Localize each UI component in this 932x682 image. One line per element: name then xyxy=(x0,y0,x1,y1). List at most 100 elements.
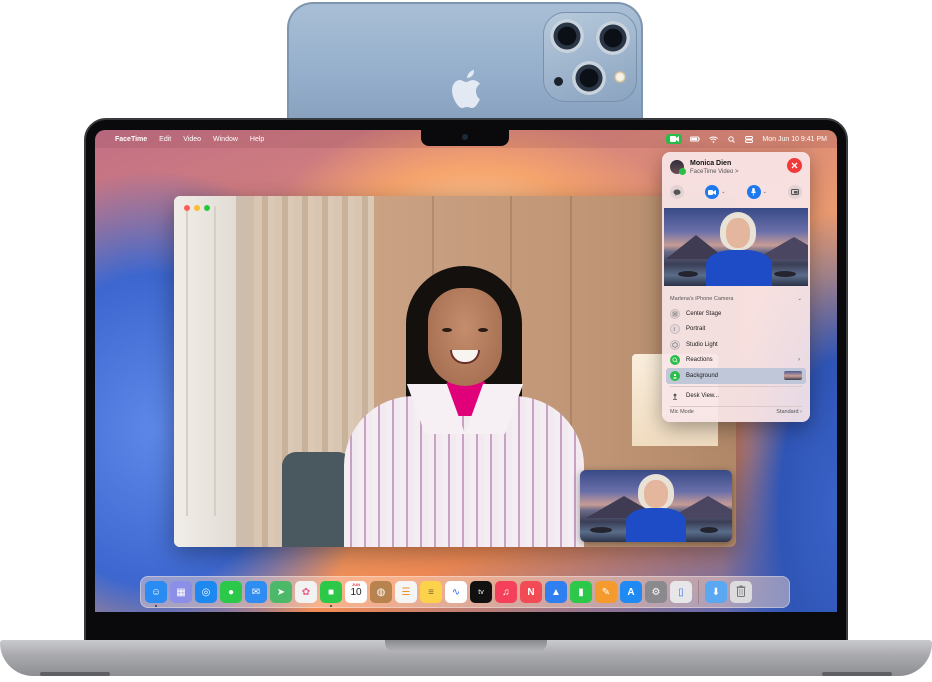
effect-portrait[interactable]: f Portrait xyxy=(666,322,806,338)
dock-mail[interactable]: ✉ xyxy=(245,581,267,603)
menu-window[interactable]: Window xyxy=(213,136,238,143)
effect-center-stage[interactable]: Center Stage xyxy=(666,306,806,322)
portrait-icon: f xyxy=(670,324,680,335)
dock-finder[interactable]: ☺ xyxy=(145,581,167,607)
room-window xyxy=(174,196,236,547)
control-center-icon[interactable] xyxy=(744,134,754,144)
iphone-camera-module xyxy=(543,12,637,102)
microphone-toggle-button[interactable] xyxy=(746,185,761,199)
macbook-foot xyxy=(822,672,892,676)
photos-icon: ✿ xyxy=(301,586,311,598)
menu-bar-status: Mon Jun 10 9:41 PM xyxy=(666,134,827,144)
fullscreen-window-button[interactable] xyxy=(204,205,210,211)
mail-icon: ✉ xyxy=(251,586,261,598)
clock[interactable]: Mon Jun 10 9:41 PM xyxy=(762,136,827,143)
dock-apple-tv[interactable]: tv xyxy=(470,581,492,603)
caller-subtitle[interactable]: FaceTime Video > xyxy=(690,169,739,175)
screen-share-button[interactable] xyxy=(787,185,802,199)
iphone-mirroring-icon: ▯ xyxy=(678,586,684,598)
menu-app-name[interactable]: FaceTime xyxy=(115,136,147,143)
dock-music[interactable]: ♫ xyxy=(495,581,517,603)
search-icon[interactable] xyxy=(726,134,736,144)
chevron-right-icon: › xyxy=(798,357,800,364)
macbook-screen: FaceTime Edit Video Window Help Mon Jun … xyxy=(95,130,837,612)
dock-numbers[interactable]: ▮ xyxy=(570,581,592,603)
lid-opening-notch xyxy=(385,640,547,652)
trash-icon xyxy=(736,585,746,600)
dock-calendar[interactable]: JUN 10 xyxy=(345,581,367,603)
remote-participant-video xyxy=(324,266,594,547)
dock-news[interactable]: N xyxy=(520,581,542,603)
dock-messages[interactable]: ● xyxy=(220,581,242,603)
chevron-down-icon[interactable]: ⌄ xyxy=(763,189,767,195)
background-thumbnail[interactable] xyxy=(784,371,802,381)
iphone-device xyxy=(287,2,643,124)
menu-edit[interactable]: Edit xyxy=(159,136,171,143)
chevron-down-icon[interactable]: ⌄ xyxy=(721,189,725,195)
call-header: Monica Dien FaceTime Video > xyxy=(670,158,802,180)
dock-safari[interactable]: ◎ xyxy=(195,581,217,603)
dock-trash[interactable] xyxy=(730,581,752,603)
camera-toggle-button[interactable] xyxy=(705,185,720,199)
center-stage-icon xyxy=(670,308,680,319)
apple-logo-icon xyxy=(452,70,480,108)
dock-app-store[interactable]: A xyxy=(620,581,642,603)
dock-pages[interactable]: ✎ xyxy=(595,581,617,603)
minimize-window-button[interactable] xyxy=(194,205,200,211)
mic-mode-value-group: Standard › xyxy=(776,409,802,415)
background-rock xyxy=(700,527,718,534)
mic-mode-row[interactable]: Mic Mode Standard › xyxy=(670,409,802,415)
dock-system-settings[interactable]: ⚙ xyxy=(645,581,667,603)
keynote-icon: ▲ xyxy=(551,586,561,598)
self-view-pip[interactable] xyxy=(580,470,732,542)
menu-video[interactable]: Video xyxy=(183,136,201,143)
svg-text:f: f xyxy=(673,328,675,332)
dock-launchpad[interactable]: ▦ xyxy=(170,581,192,603)
dock-contacts[interactable]: ◍ xyxy=(370,581,392,603)
effect-background[interactable]: Background xyxy=(666,368,806,384)
downloads-folder-icon: ⬇ xyxy=(711,586,721,598)
dock-facetime[interactable]: ■ xyxy=(320,581,342,607)
desk-view-item[interactable]: Desk View... xyxy=(666,389,806,405)
battery-icon[interactable] xyxy=(690,134,701,144)
camera-source-header[interactable]: Marlena's iPhone Camera ⌄ xyxy=(670,296,802,302)
dock-notes[interactable]: ≡ xyxy=(420,581,442,603)
microphone-icon xyxy=(751,188,756,196)
macbook-base xyxy=(0,640,932,676)
screen-share-icon xyxy=(790,189,799,195)
menu-help[interactable]: Help xyxy=(250,136,264,143)
close-window-button[interactable] xyxy=(184,205,190,211)
dock-freeform[interactable]: ∿ xyxy=(445,581,467,603)
participant-face xyxy=(428,288,502,386)
apple-tv-icon: tv xyxy=(478,588,484,596)
mic-mode-label: Mic Mode xyxy=(670,409,694,415)
participant-shirt xyxy=(344,396,584,547)
gear-icon: ⚙ xyxy=(651,586,661,598)
facetime-video-indicator-icon[interactable] xyxy=(666,134,683,144)
dock-keynote[interactable]: ▲ xyxy=(545,581,567,603)
self-face xyxy=(644,480,668,508)
studio-light-icon xyxy=(670,339,680,350)
dock-photos[interactable]: ✿ xyxy=(295,581,317,603)
video-effects-panel: Monica Dien FaceTime Video > ⌄ ⌄ Marlena… xyxy=(662,152,810,422)
chevron-right-icon: › xyxy=(800,409,802,415)
effect-reactions[interactable]: Reactions › xyxy=(666,353,806,369)
video-camera-icon xyxy=(708,189,717,195)
preview-person xyxy=(704,208,774,286)
effect-label: Reactions xyxy=(686,357,713,364)
camera-source-label: Marlena's iPhone Camera xyxy=(670,296,734,302)
webcam-icon xyxy=(462,134,468,140)
dock-downloads[interactable]: ⬇ xyxy=(705,581,727,603)
dock-iphone-mirroring[interactable]: ▯ xyxy=(670,581,692,603)
dock-reminders[interactable]: ☰ xyxy=(395,581,417,603)
messages-button[interactable] xyxy=(670,185,684,199)
camera-lens-icon xyxy=(572,61,606,95)
end-call-button[interactable] xyxy=(787,158,802,173)
effect-studio-light[interactable]: Studio Light xyxy=(666,337,806,353)
safari-icon: ◎ xyxy=(201,586,211,598)
wifi-icon[interactable] xyxy=(708,134,718,144)
numbers-icon: ▮ xyxy=(578,586,584,598)
messages-icon: ● xyxy=(227,586,235,598)
mic-toggle-group: ⌄ xyxy=(746,185,767,199)
dock-maps[interactable]: ➤ xyxy=(270,581,292,603)
